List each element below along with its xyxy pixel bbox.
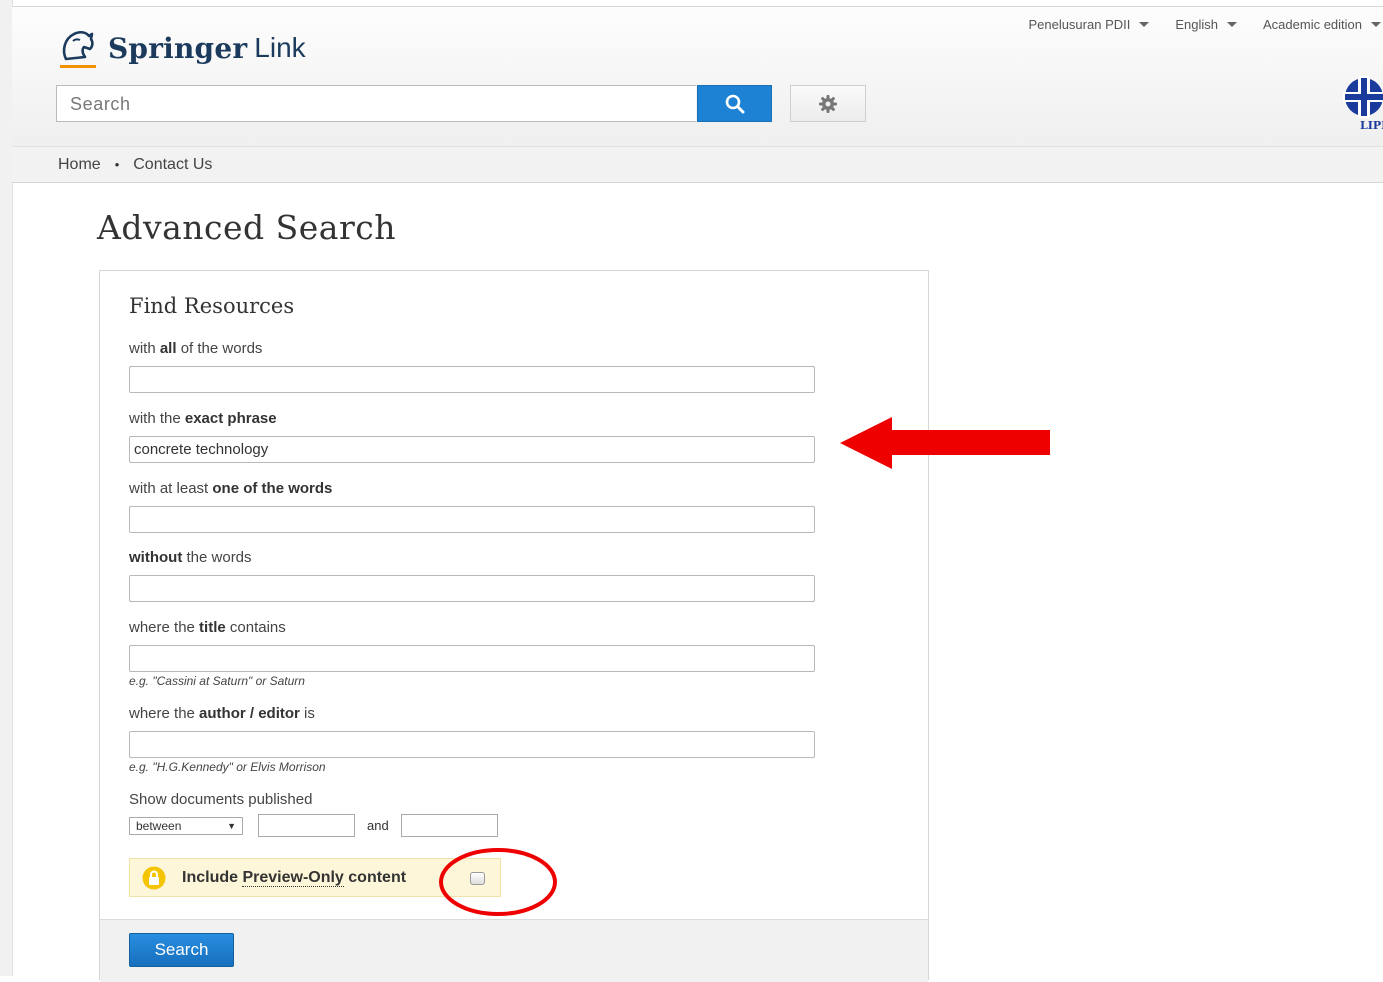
form-footer: Search [100,919,928,982]
logo-wordmark-bold: Springer [108,31,248,65]
chevron-down-icon [1371,22,1381,27]
one-of-words-label: with at least one of the words [129,480,333,497]
author-editor-input[interactable] [129,731,815,758]
chevron-down-icon [1227,22,1237,27]
title-contains-label: where the title contains [129,619,286,636]
all-words-input[interactable] [129,366,815,393]
without-words-input[interactable] [129,575,815,602]
published-range-field: Show documents published [129,790,312,810]
springer-link-logo[interactable]: Springer Link [56,25,306,71]
preview-only-checkbox[interactable] [470,872,485,885]
without-words-field: without the words [129,548,815,602]
breadcrumb-nav: Home • Contact Us [12,146,1383,183]
nav-separator: • [114,157,120,172]
advanced-search-form: Find Resources with all of the words wit… [99,270,929,982]
and-label: and [367,818,389,833]
logo-wordmark-light: Link [254,32,306,63]
one-of-words-field: with at least one of the words [129,479,815,533]
all-words-field: with all of the words [129,339,815,393]
author-editor-label: where the author / editor is [129,705,315,722]
title-hint: e.g. "Cassini at Saturn" or Saturn [129,674,305,688]
end-year-input[interactable] [400,814,498,837]
chevron-down-icon [1139,22,1150,27]
title-contains-input[interactable] [129,645,815,672]
institution-logo: LIPI [1343,76,1383,131]
advanced-search-submit-button[interactable]: Search [129,933,234,967]
exact-phrase-label: with the exact phrase [129,410,277,427]
without-words-label: without the words [129,549,252,566]
date-mode-select[interactable]: between ▼ [129,816,243,835]
all-words-label: with all of the words [129,340,263,357]
lock-icon [142,866,166,889]
one-of-words-input[interactable] [129,506,815,533]
nav-contact-link[interactable]: Contact Us [133,156,212,174]
author-editor-field: where the author / editor is e.g. "H.G.K… [129,704,815,774]
gear-icon [819,94,837,113]
exact-phrase-field: with the exact phrase [129,409,815,463]
preview-only-label: Include Preview-Only content [182,868,407,887]
page-title: Advanced Search [97,208,396,247]
date-mode-value: between [136,818,182,833]
search-button[interactable] [697,85,772,122]
title-contains-field: where the title contains e.g. "Cassini a… [129,618,815,688]
menu-penelusuran-pdii[interactable]: Penelusuran PDII [1028,17,1150,32]
start-year-input[interactable] [258,814,355,837]
global-search-input[interactable]: Search [56,85,696,122]
author-hint: e.g. "H.G.Kennedy" or Elvis Morrison [129,760,326,774]
exact-phrase-input[interactable] [129,436,815,463]
preview-only-option: Include Preview-Only content [129,858,501,897]
site-header: Springer Link Penelusuran PDII English A… [12,6,1383,147]
menu-language[interactable]: English [1175,17,1237,32]
nav-home-link[interactable]: Home [58,156,101,174]
menu-label: English [1175,17,1218,32]
search-settings-button[interactable] [790,85,866,122]
published-label: Show documents published [129,791,313,808]
menu-label: Academic edition [1263,17,1362,32]
menu-label: Penelusuran PDII [1028,17,1131,32]
form-title: Find Resources [129,294,295,318]
top-menu: Penelusuran PDII English Academic editio… [1028,17,1383,32]
search-icon [725,94,744,113]
date-range-row: between ▼ and [129,814,498,837]
menu-edition[interactable]: Academic edition [1263,17,1381,32]
institution-logo-text: LIPI [1360,119,1383,131]
springer-horse-icon [60,30,96,68]
dropdown-arrow-icon: ▼ [227,820,236,831]
